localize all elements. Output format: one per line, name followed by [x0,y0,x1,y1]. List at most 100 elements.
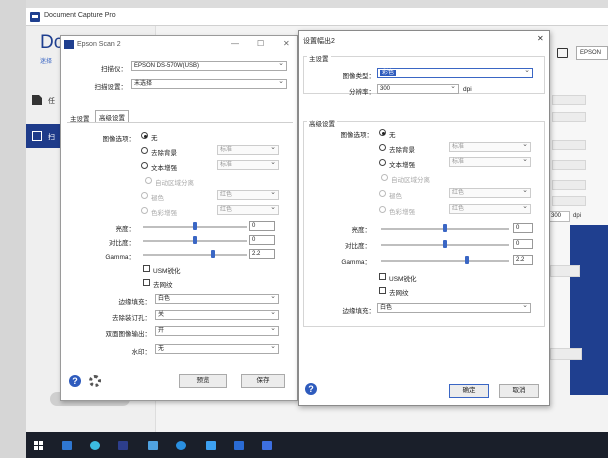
watermark-select[interactable]: 无 [155,343,279,354]
color-enhance-color-select[interactable]: 红色 [449,203,531,214]
cancel-button[interactable]: 取消 [499,384,539,398]
app-title: Document Capture Pro [44,12,116,19]
radio-dropout[interactable] [379,190,386,197]
save-button[interactable]: 保存 [241,374,285,388]
sidebar-item-label: 任 [48,98,55,105]
color-enhance-label: 色彩增强 [151,210,177,217]
scanner-label: 扫描仪： [101,66,127,73]
radio-dropout[interactable] [141,192,148,199]
windows-start-icon[interactable] [34,441,43,450]
file-explorer-icon[interactable] [62,441,72,450]
epson-logo-icon [64,40,74,49]
minimize-button[interactable]: — [231,39,239,48]
auto-area-label: 自动区域分离 [391,177,430,184]
app-side-banner [570,225,608,395]
text-enhance-level-select[interactable]: 标准 [449,156,531,167]
gamma-slider[interactable] [143,254,247,256]
close-button[interactable]: ✕ [283,39,290,48]
edge-fill-select[interactable]: 白色 [155,293,279,304]
image-type-selected: 彩色 [380,70,397,76]
color-enhance-color-select[interactable]: 红色 [217,204,279,215]
app-logo-icon [30,12,40,22]
radio-auto-area[interactable] [381,174,388,181]
app-icon[interactable] [234,441,244,450]
document-capture-icon[interactable] [262,441,272,450]
radio-text-enhance[interactable] [379,159,386,166]
window-title: Epson Scan 2 [77,41,121,48]
auto-area-label: 自动区域分离 [155,180,194,187]
gamma-slider[interactable] [381,260,509,262]
text-enhance-level-select[interactable]: 标准 [217,159,279,170]
dropout-color-select[interactable]: 红色 [217,189,279,200]
usm-checkbox[interactable] [143,265,150,272]
ghost-field [552,112,586,122]
resolution-select[interactable]: 300 [377,83,459,94]
gamma-slider-thumb[interactable] [211,250,215,258]
usm-checkbox[interactable] [379,273,386,280]
gamma-value[interactable]: 2.2 [513,255,533,265]
ghost-field [552,140,586,150]
ghost-field [552,180,586,190]
preview-button[interactable]: 预览 [179,374,227,388]
descreen-checkbox[interactable] [379,287,386,294]
image-type-select[interactable]: 彩色 [377,67,533,78]
close-button[interactable]: ✕ [537,34,544,43]
scan-settings-select[interactable]: 未选择 [131,78,287,89]
descreen-label: 去网纹 [389,290,409,297]
scanner-select[interactable]: EPSON DS-570W(USB) [131,60,287,71]
resolution-label: 分辨率： [349,89,375,96]
radio-none-label: 无 [389,132,396,139]
gear-icon[interactable] [89,375,101,387]
brightness-label: 亮度： [115,226,136,233]
gamma-value[interactable]: 2.2 [249,249,275,259]
app-icon[interactable] [206,441,216,450]
contrast-value[interactable]: 0 [513,239,533,249]
radio-remove-background[interactable] [379,144,386,151]
app-titlebar: Document Capture Pro [26,8,608,26]
text-enhance-label: 文本增强 [151,165,177,172]
descreen-checkbox[interactable] [143,279,150,286]
printer-icon[interactable] [557,48,568,58]
double-output-select[interactable]: 开 [155,325,279,336]
sidebar-item-label: 扫 [48,134,55,141]
radio-none[interactable] [141,132,148,139]
brightness-value[interactable]: 0 [513,223,533,233]
brightness-slider-thumb[interactable] [193,222,197,230]
radio-color-enhance[interactable] [141,207,148,214]
printer-select[interactable]: EPSON [576,46,608,60]
edge-icon[interactable] [176,441,186,450]
contrast-value[interactable]: 0 [249,235,275,245]
watermark-label: 水印： [131,349,152,356]
radio-remove-background[interactable] [141,147,148,154]
color-enhance-label: 色彩增强 [389,209,415,216]
punch-hole-select[interactable]: 关 [155,309,279,320]
photoshop-icon[interactable] [118,441,128,450]
app-icon[interactable] [148,441,158,450]
maximize-button[interactable]: ☐ [257,39,264,48]
radio-text-enhance[interactable] [141,162,148,169]
remove-background-level-select[interactable]: 标准 [449,141,531,152]
radio-none[interactable] [379,129,386,136]
dpi-unit: dpi [573,213,582,219]
ghost-field [552,95,586,105]
radio-auto-area[interactable] [145,177,152,184]
remove-background-level-select[interactable]: 标准 [217,144,279,155]
gamma-slider-thumb[interactable] [465,256,469,264]
browser-icon[interactable] [90,441,100,450]
resolution-unit: dpi [463,86,472,93]
advanced-settings-title: 高级设置 [307,118,337,128]
contrast-slider-thumb[interactable] [443,240,447,248]
brightness-slider-thumb[interactable] [443,224,447,232]
contrast-slider-thumb[interactable] [193,236,197,244]
radio-none-label: 无 [151,135,158,142]
usm-label: USM锐化 [153,268,181,275]
ok-button[interactable]: 确定 [449,384,489,398]
edge-fill-select[interactable]: 白色 [377,302,531,313]
dropout-color-select[interactable]: 红色 [449,187,531,198]
radio-color-enhance[interactable] [379,206,386,213]
help-icon[interactable]: ? [69,375,81,387]
brightness-value[interactable]: 0 [249,221,275,231]
dpi-field[interactable]: 300 [548,211,570,222]
help-icon[interactable]: ? [305,383,317,395]
app-subheading-link[interactable]: 迷择 [40,56,52,65]
